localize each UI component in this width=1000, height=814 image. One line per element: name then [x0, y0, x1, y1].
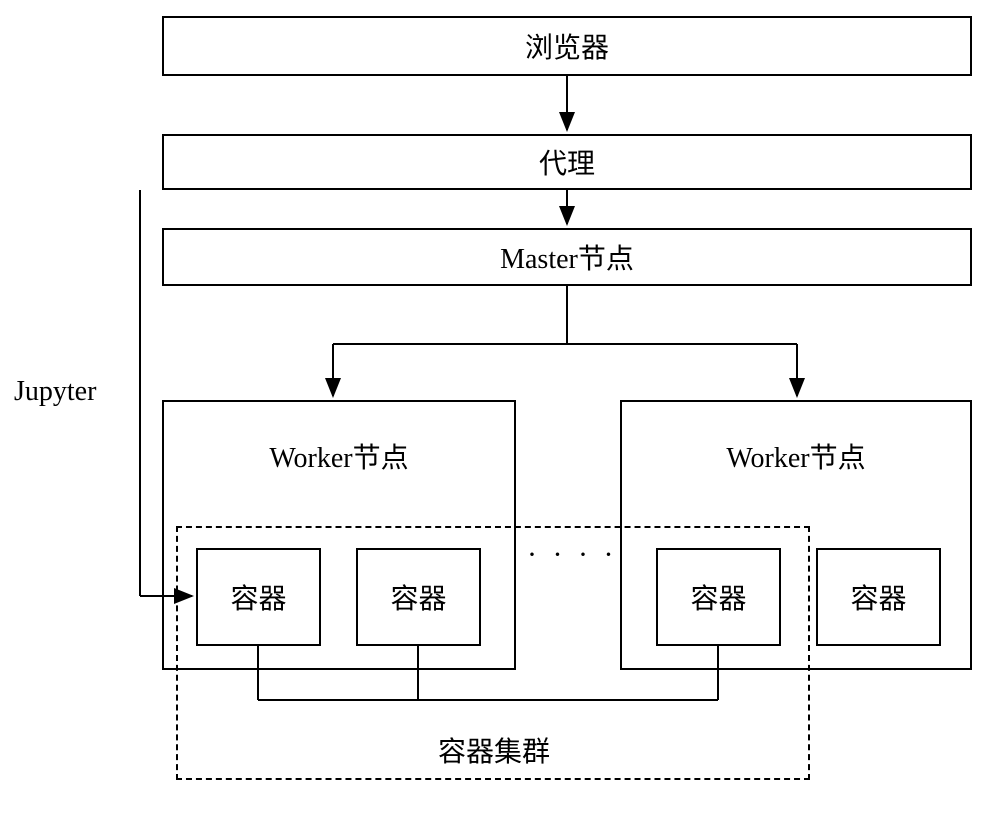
container2b-box: 容器: [816, 548, 941, 646]
worker1-label: Worker节点: [269, 436, 408, 476]
proxy-box: 代理: [162, 134, 972, 190]
cluster-label: 容器集群: [438, 730, 550, 770]
master-box: Master节点: [162, 228, 972, 286]
master-label: Master节点: [500, 237, 634, 277]
browser-box: 浏览器: [162, 16, 972, 76]
container2b-label: 容器: [850, 577, 906, 617]
worker2-label: Worker节点: [726, 436, 865, 476]
browser-label: 浏览器: [525, 26, 609, 66]
proxy-label: 代理: [539, 142, 595, 182]
jupyter-label: Jupyter: [14, 376, 96, 408]
